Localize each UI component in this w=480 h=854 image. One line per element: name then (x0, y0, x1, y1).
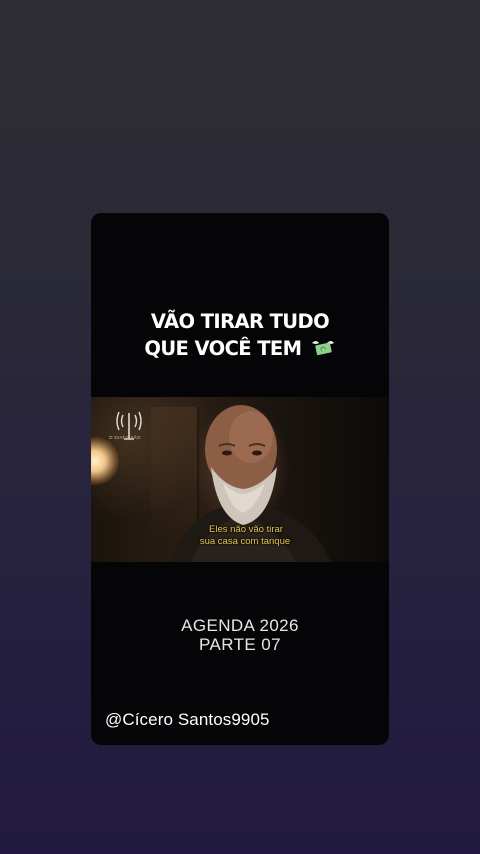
headline-line-2-text: QUE VOCÊ TEM (144, 337, 302, 360)
headline-line-1: VÃO TIRAR TUDO (150, 310, 330, 333)
headline: VÃO TIRAR TUDO QUE VOCÊ TEM $ (91, 308, 389, 362)
caption-line-1: AGENDA 2026 (181, 616, 299, 635)
video-subtitles: Eles não vão tirar sua casa com tanque (91, 524, 389, 548)
money-with-wings-icon: $ (311, 341, 334, 356)
caption-text: AGENDA 2026 PARTE 07 (91, 616, 389, 654)
subtitle-line-1: Eles não vão tirar (209, 524, 283, 535)
headline-line-2: QUE VOCÊ TEM $ (91, 335, 389, 362)
author-handle[interactable]: @Cícero Santos9905 (105, 710, 270, 730)
video-post-card[interactable]: VÃO TIRAR TUDO QUE VOCÊ TEM $ O DIATISSÃ… (91, 213, 389, 745)
subtitle-line-2: sua casa com tanque (199, 536, 291, 547)
video-frame[interactable]: O DIATISSÃO Eles não vão tirar sua casa … (91, 397, 389, 562)
caption-line-2: PARTE 07 (199, 635, 281, 654)
